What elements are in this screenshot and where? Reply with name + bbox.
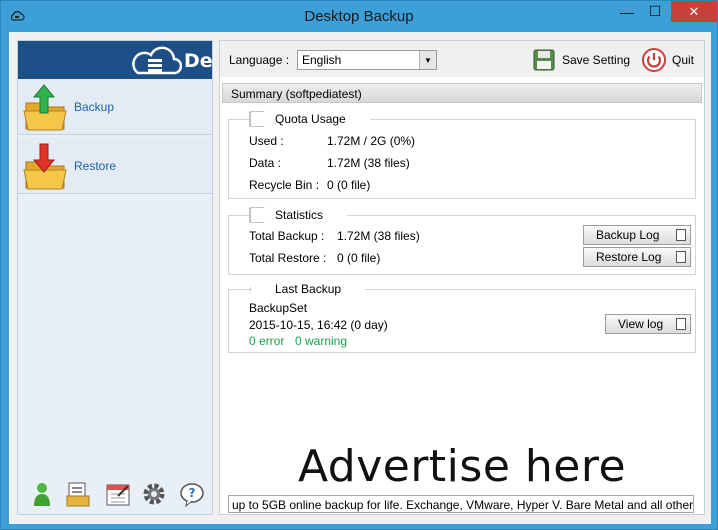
backup-datetime: 2015-10-15, 16:42 (0 day) [249,318,388,332]
backup-set-name: BackupSet [249,301,308,315]
view-log-button[interactable]: View log [605,314,691,334]
summary-header: Summary (softpediatest) [222,83,702,103]
save-setting-label: Save Setting [562,53,631,67]
document-icon [676,318,686,330]
total-backup-value: 1.72M (38 files) [337,229,420,243]
gear-icon[interactable] [140,480,168,508]
language-value: English [302,53,342,67]
advertisement-headline[interactable]: Advertise here [220,439,704,493]
group-title: Quota Usage [251,112,370,126]
maximize-button[interactable]: ☐ [641,1,669,22]
close-button[interactable]: ✕ [671,1,717,22]
used-label: Used : [249,134,284,148]
client-area: De Backup Restore ? Language: English ▼… [9,32,711,524]
restore-folder-icon [23,143,67,190]
last-backup-group: Last Backup BackupSet 2015-10-15, 16:42 … [228,282,696,353]
save-setting-button[interactable]: Save Setting [532,47,630,73]
report-icon[interactable] [64,480,92,508]
recycle-bin-value: 0 (0 file) [327,178,371,192]
quota-usage-group: Quota Usage Used : 1.72M / 2G (0%) Data … [228,111,696,199]
language-select[interactable]: English ▼ [297,50,437,70]
sidebar-toolbar: ? [18,478,212,510]
calendar-icon[interactable] [104,480,132,508]
user-icon[interactable] [28,480,56,508]
brand-banner: De [18,41,212,79]
total-restore-label: Total Restore : [249,251,327,265]
cloud-logo-icon [132,46,182,75]
view-log-label: View log [618,317,664,331]
backup-log-label: Backup Log [596,228,660,242]
top-toolbar: Language : English ▼ Save Setting Quit [220,41,704,77]
sidebar-item-backup[interactable]: Backup [18,79,212,135]
language-label: Language : [229,53,290,67]
brand-text: De [184,50,212,72]
backup-log-button[interactable]: Backup Log [583,225,691,245]
statistics-group: Statistics Total Backup : 1.72M (38 file… [228,207,696,275]
used-value: 1.72M / 2G (0%) [327,134,416,148]
restore-log-label: Restore Log [596,250,662,264]
error-count: 0 error [249,334,285,348]
restore-log-button[interactable]: Restore Log [583,247,691,267]
power-icon [642,48,666,72]
main-panel: Language : English ▼ Save Setting Quit S… [219,40,705,515]
chevron-down-icon[interactable]: ▼ [419,51,436,69]
minimize-button[interactable]: — [613,1,641,22]
document-icon [676,251,686,263]
total-restore-value: 0 (0 file) [337,251,381,265]
app-window: Desktop Backup — ☐ ✕ De Backup Restore ?… [0,0,718,530]
advertisement-ticker[interactable]: up to 5GB online backup for life. Exchan… [228,495,694,513]
sidebar-item-label: Restore [74,159,117,173]
data-value: 1.72M (38 files) [327,156,410,170]
backup-folder-icon [23,84,67,131]
group-title: Statistics [251,208,348,222]
warning-count: 0 warning [295,334,348,348]
window-title: Desktop Backup [304,8,414,25]
quit-label: Quit [672,53,695,67]
total-backup-label: Total Backup : [249,229,325,243]
quit-button[interactable]: Quit [642,47,694,73]
recycle-bin-label: Recycle Bin : [249,178,320,192]
sidebar-item-restore[interactable]: Restore [18,138,212,194]
document-icon [676,229,686,241]
svg-text:?: ? [189,486,196,500]
help-icon[interactable]: ? [178,480,206,508]
sidebar: De Backup Restore ? [17,40,213,515]
sidebar-item-label: Backup [74,100,115,114]
group-title: Last Backup [251,282,366,296]
floppy-disk-icon [533,49,555,71]
data-label: Data : [249,156,282,170]
title-bar[interactable]: Desktop Backup — ☐ ✕ [1,1,717,31]
